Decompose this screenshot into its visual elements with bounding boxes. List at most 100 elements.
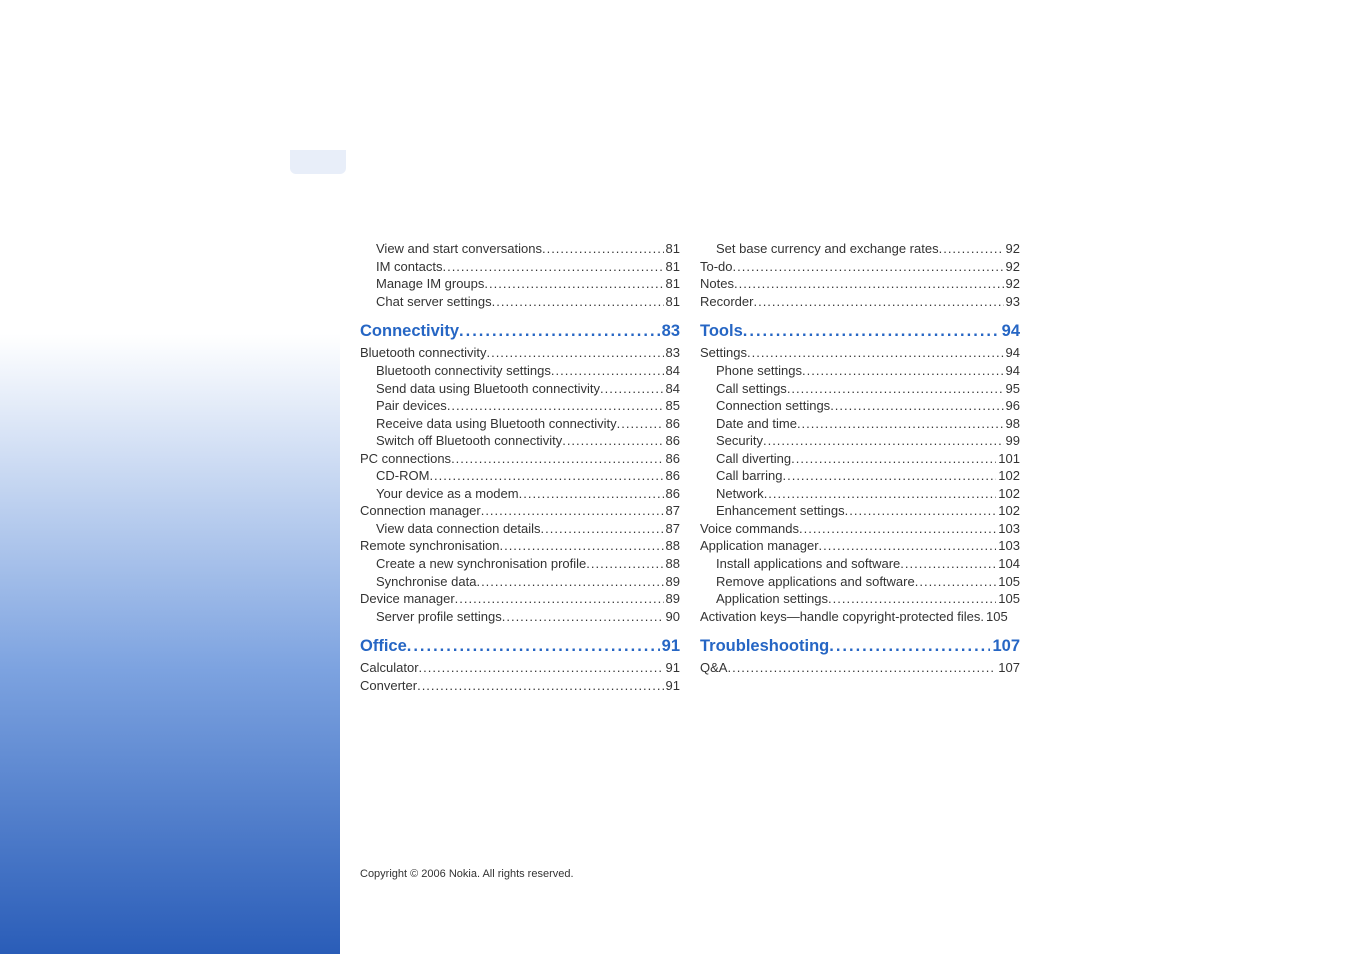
toc-entry[interactable]: Application settings105 bbox=[700, 590, 1020, 608]
toc-entry-label: To-do bbox=[700, 258, 733, 276]
toc-entry-label: Manage IM groups bbox=[376, 275, 484, 293]
toc-leader-dots bbox=[782, 467, 996, 485]
toc-entry[interactable]: Switch off Bluetooth connectivity86 bbox=[360, 432, 680, 450]
toc-entry[interactable]: Calculator 91 bbox=[360, 659, 680, 677]
toc-entry-label: Date and time bbox=[716, 415, 797, 433]
toc-page-number: 81 bbox=[664, 258, 680, 276]
toc-entry-label: Synchronise data bbox=[376, 573, 476, 591]
toc-entry[interactable]: Settings94 bbox=[700, 344, 1020, 362]
toc-leader-dots bbox=[541, 520, 664, 538]
toc-section-heading[interactable]: Tools94 bbox=[700, 320, 1020, 342]
toc-entry[interactable]: Enhancement settings102 bbox=[700, 502, 1020, 520]
toc-entry[interactable]: Server profile settings90 bbox=[360, 608, 680, 626]
toc-entry-label: Notes bbox=[700, 275, 734, 293]
toc-leader-dots bbox=[900, 555, 996, 573]
toc-entry-label: Remove applications and software bbox=[716, 573, 915, 591]
toc-entry[interactable]: Set base currency and exchange rates 92 bbox=[700, 240, 1020, 258]
toc-entry-label: PC connections bbox=[360, 450, 451, 468]
toc-entry-label: Server profile settings bbox=[376, 608, 502, 626]
toc-entry[interactable]: Remove applications and software105 bbox=[700, 573, 1020, 591]
toc-entry-label: Send data using Bluetooth connectivity bbox=[376, 380, 600, 398]
toc-page-number: 84 bbox=[664, 380, 680, 398]
toc-page-number: 92 bbox=[1004, 240, 1020, 258]
toc-leader-dots bbox=[802, 362, 1004, 380]
toc-entry[interactable]: Application manager103 bbox=[700, 537, 1020, 555]
toc-entry-label: Application manager bbox=[700, 537, 819, 555]
toc-section-heading[interactable]: Office91 bbox=[360, 635, 680, 657]
toc-leader-dots bbox=[451, 450, 663, 468]
toc-entry[interactable]: Your device as a modem86 bbox=[360, 485, 680, 503]
toc-page-number: 103 bbox=[996, 520, 1020, 538]
toc-entry-label: IM contacts bbox=[376, 258, 442, 276]
toc-entry[interactable]: Manage IM groups81 bbox=[360, 275, 680, 293]
toc-entry[interactable]: Bluetooth connectivity83 bbox=[360, 344, 680, 362]
toc-page-number: 86 bbox=[664, 467, 680, 485]
toc-entry-label: Security bbox=[716, 432, 763, 450]
toc-page-number: 93 bbox=[1004, 293, 1020, 311]
toc-leader-dots bbox=[417, 677, 663, 695]
toc-entry[interactable]: Pair devices85 bbox=[360, 397, 680, 415]
toc-entry[interactable]: Install applications and software104 bbox=[700, 555, 1020, 573]
toc-entry[interactable]: IM contacts 81 bbox=[360, 258, 680, 276]
toc-leader-dots bbox=[600, 380, 663, 398]
toc-leader-dots bbox=[486, 344, 663, 362]
toc-entry[interactable]: Connection manager87 bbox=[360, 502, 680, 520]
toc-entry[interactable]: To-do92 bbox=[700, 258, 1020, 276]
toc-entry[interactable]: Call diverting101 bbox=[700, 450, 1020, 468]
toc-page-number: 91 bbox=[664, 659, 680, 677]
toc-right-column: Set base currency and exchange rates92To… bbox=[700, 240, 1020, 695]
toc-entry[interactable]: Send data using Bluetooth connectivity 84 bbox=[360, 380, 680, 398]
toc-entry[interactable]: Recorder93 bbox=[700, 293, 1020, 311]
toc-entry-label: Create a new synchronisation profile bbox=[376, 555, 586, 573]
toc-entry[interactable]: Call settings95 bbox=[700, 380, 1020, 398]
toc-leader-dots bbox=[733, 258, 1004, 276]
toc-entry[interactable]: Bluetooth connectivity settings84 bbox=[360, 362, 680, 380]
toc-entry[interactable]: View data connection details 87 bbox=[360, 520, 680, 538]
toc-page-number: 98 bbox=[1004, 415, 1020, 433]
toc-section-heading[interactable]: Troubleshooting 107 bbox=[700, 635, 1020, 657]
toc-entry-label: Call barring bbox=[716, 467, 782, 485]
toc-entry[interactable]: Phone settings94 bbox=[700, 362, 1020, 380]
toc-entry[interactable]: Date and time 98 bbox=[700, 415, 1020, 433]
toc-section-label: Connectivity bbox=[360, 320, 459, 342]
toc-entry[interactable]: Converter91 bbox=[360, 677, 680, 695]
toc-entry[interactable]: Connection settings96 bbox=[700, 397, 1020, 415]
toc-leader-dots bbox=[764, 485, 997, 503]
toc-entry-label: Call diverting bbox=[716, 450, 791, 468]
toc-entry[interactable]: Device manager89 bbox=[360, 590, 680, 608]
toc-leader-dots bbox=[743, 320, 1000, 342]
toc-entry[interactable]: Create a new synchronisation profile 88 bbox=[360, 555, 680, 573]
toc-entry[interactable]: PC connections 86 bbox=[360, 450, 680, 468]
toc-page-number: 88 bbox=[664, 555, 680, 573]
toc-entry[interactable]: Network102 bbox=[700, 485, 1020, 503]
toc-entry-label: Activation keys—handle copyright-protect… bbox=[700, 608, 980, 626]
toc-page-number: 86 bbox=[664, 450, 680, 468]
toc-leader-dots bbox=[787, 380, 1004, 398]
toc-section-heading[interactable]: Connectivity83 bbox=[360, 320, 680, 342]
toc-entry[interactable]: Remote synchronisation88 bbox=[360, 537, 680, 555]
toc-entry[interactable]: Call barring102 bbox=[700, 467, 1020, 485]
toc-entry[interactable]: Synchronise data89 bbox=[360, 573, 680, 591]
toc-entry-label: Set base currency and exchange rates bbox=[716, 240, 939, 258]
toc-page-number: 81 bbox=[664, 240, 680, 258]
toc-page-number: 87 bbox=[664, 520, 680, 538]
toc-leader-dots bbox=[429, 467, 663, 485]
toc-entry-label: Bluetooth connectivity bbox=[360, 344, 486, 362]
toc-entry[interactable]: Chat server settings81 bbox=[360, 293, 680, 311]
toc-entry[interactable]: View and start conversations81 bbox=[360, 240, 680, 258]
toc-page-number: 107 bbox=[990, 635, 1020, 657]
toc-entry-label: Settings bbox=[700, 344, 747, 362]
toc-entry[interactable]: Security99 bbox=[700, 432, 1020, 450]
toc-entry[interactable]: CD-ROM86 bbox=[360, 467, 680, 485]
toc-entry[interactable]: Notes92 bbox=[700, 275, 1020, 293]
toc-entry[interactable]: Activation keys—handle copyright-protect… bbox=[700, 608, 1020, 626]
toc-leader-dots bbox=[476, 573, 663, 591]
toc-entry-label: View data connection details bbox=[376, 520, 541, 538]
toc-entry-label: Calculator bbox=[360, 659, 419, 677]
toc-entry[interactable]: Receive data using Bluetooth connectivit… bbox=[360, 415, 680, 433]
toc-leader-dots bbox=[562, 432, 663, 450]
toc-entry[interactable]: Voice commands103 bbox=[700, 520, 1020, 538]
toc-entry[interactable]: Q&A107 bbox=[700, 659, 1020, 677]
toc-leader-dots bbox=[459, 320, 660, 342]
toc-leader-dots bbox=[939, 240, 1004, 258]
